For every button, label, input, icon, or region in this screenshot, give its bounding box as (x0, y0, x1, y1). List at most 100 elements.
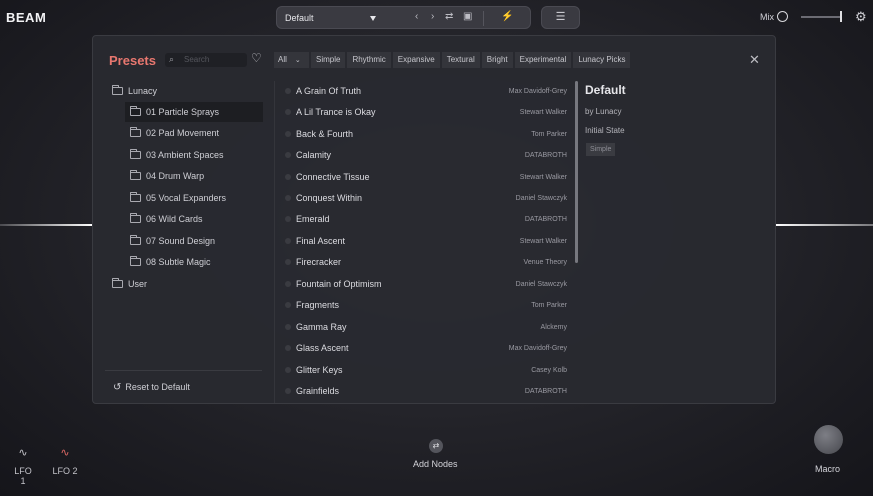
preset-name: Calamity (296, 150, 332, 160)
current-preset-name[interactable]: Default (285, 13, 314, 23)
preset-author: Daniel Stawczyk (515, 195, 567, 202)
folder-icon (130, 256, 141, 266)
preset-name: Firecracker (296, 257, 342, 267)
preset-list-scrollbar[interactable] (575, 81, 578, 263)
preset-dot (285, 324, 291, 330)
save-icon[interactable]: ▣ (463, 11, 472, 22)
preset-row[interactable]: Glitter Keys Casey Kolb (281, 360, 570, 381)
preset-row[interactable]: Fragments Tom Parker (281, 295, 570, 316)
app-logo: BEAM (6, 10, 47, 25)
preset-row[interactable]: A Lil Trance is Okay Stewart Walker (281, 102, 570, 123)
chevron-right-icon[interactable]: › (431, 11, 434, 22)
tag-expansive[interactable]: Expansive (392, 52, 440, 68)
preset-author: Casey Kolb (531, 367, 567, 374)
preset-dot (285, 131, 291, 137)
reset-to-default-button[interactable]: ↺ Reset to Default (113, 382, 190, 393)
tag-bright[interactable]: Bright (481, 52, 513, 68)
preset-row[interactable]: Fountain of Optimism Daniel Stawczyk (281, 274, 570, 295)
tag-simple[interactable]: Simple (311, 52, 346, 68)
tag-textural[interactable]: Textural (441, 52, 480, 68)
search-placeholder: Search (184, 55, 210, 64)
sliders-icon[interactable]: ☰ (541, 6, 580, 29)
preset-dot (285, 367, 291, 373)
search-input[interactable]: ⌕ Search (165, 53, 247, 67)
preset-row[interactable]: Firecracker Venue Theory (281, 252, 570, 273)
preset-name: Conquest Within (296, 193, 363, 203)
folder-icon (130, 127, 141, 137)
folder-label: 06 Wild Cards (146, 214, 203, 224)
preset-row[interactable]: Gamma Ray Alckemy (281, 317, 570, 338)
preset-selector[interactable]: Default ‹ › ⇄ ▣ ⚡ (276, 6, 531, 29)
tag-lunacy-picks[interactable]: Lunacy Picks (573, 52, 631, 68)
folder-04-drum-warp[interactable]: 04 Drum Warp (130, 166, 263, 186)
folder-08-subtle-magic[interactable]: 08 Subtle Magic (130, 252, 263, 272)
preset-row[interactable]: A Grain Of Truth Max Davidoff-Grey (281, 81, 570, 102)
add-nodes-label[interactable]: Add Nodes (413, 459, 458, 469)
lfo1-button[interactable]: ∿ LFO 1 (11, 446, 35, 486)
folder-05-vocal-expanders[interactable]: 05 Vocal Expanders (130, 188, 263, 208)
folder-lunacy[interactable]: Lunacy (112, 81, 262, 101)
preset-dot (285, 88, 291, 94)
preset-name: Gamma Ray (296, 322, 347, 332)
mix-knob[interactable] (777, 11, 788, 22)
macro-knob[interactable] (814, 425, 843, 454)
folder-label: 02 Pad Movement (146, 128, 220, 138)
folder-tree: Lunacy 01 Particle Sprays 02 Pad Movemen… (93, 81, 274, 403)
preset-row[interactable]: Final Ascent Stewart Walker (281, 231, 570, 252)
lfo2-button[interactable]: ∿ LFO 2 (52, 446, 78, 476)
beam-visual-left (0, 224, 92, 226)
close-icon[interactable]: ✕ (749, 52, 760, 68)
mix-slider[interactable] (801, 16, 841, 18)
preset-row[interactable]: Glass Ascent Max Davidoff-Grey (281, 338, 570, 359)
chevron-left-icon[interactable]: ‹ (415, 11, 418, 22)
divider (483, 11, 484, 26)
preset-author: Venue Theory (523, 259, 567, 266)
tag-all-dropdown[interactable]: All ⌄ (274, 52, 309, 68)
preset-dot (285, 345, 291, 351)
folder-label: Lunacy (128, 86, 158, 96)
preset-author: DATABROTH (524, 216, 567, 223)
tag-experimental[interactable]: Experimental (514, 52, 572, 68)
preset-name: Back & Fourth (296, 129, 354, 139)
preset-author: Max Davidoff-Grey (508, 88, 567, 95)
tag-rhythmic[interactable]: Rhythmic (347, 52, 391, 68)
preset-row[interactable]: Emerald DATABROTH (281, 209, 570, 230)
preset-author: Tom Parker (531, 302, 567, 309)
tag-filter-bar: All ⌄ Simple Rhythmic Expansive Textural … (274, 52, 631, 68)
preset-dot (285, 195, 291, 201)
lfo2-label: LFO 2 (52, 466, 78, 476)
preset-row[interactable]: Conquest Within Daniel Stawczyk (281, 188, 570, 209)
preset-author: Alckemy (540, 324, 567, 331)
preset-author: Daniel Stawczyk (515, 281, 567, 288)
magic-wand-icon[interactable]: ⚡ (501, 11, 513, 22)
folder-01-particle-sprays[interactable]: 01 Particle Sprays (125, 102, 263, 122)
preset-name: A Grain Of Truth (296, 86, 362, 96)
preset-row[interactable]: Connective Tissue Stewart Walker (281, 167, 570, 188)
folder-icon (130, 106, 141, 116)
preset-author: Stewart Walker (519, 238, 567, 245)
reset-label: Reset to Default (125, 382, 190, 392)
gear-icon[interactable]: ⚙ (855, 9, 867, 25)
folder-02-pad-movement[interactable]: 02 Pad Movement (130, 123, 263, 143)
preset-author: DATABROTH (524, 152, 567, 159)
preset-row[interactable]: Grainfields DATABROTH (281, 381, 570, 402)
folder-06-wild-cards[interactable]: 06 Wild Cards (130, 209, 263, 229)
folder-icon (130, 192, 141, 202)
preset-dot (285, 259, 291, 265)
folder-user[interactable]: User (112, 274, 262, 294)
preset-row[interactable]: Calamity DATABROTH (281, 145, 570, 166)
folder-03-ambient-spaces[interactable]: 03 Ambient Spaces (130, 145, 263, 165)
preset-row[interactable]: Back & Fourth Tom Parker (281, 124, 570, 145)
preset-list: A Grain Of Truth Max Davidoff-Grey A Lil … (281, 81, 574, 403)
mix-slider-thumb[interactable] (840, 11, 842, 22)
folder-label: User (128, 279, 148, 289)
shuffle-icon[interactable]: ⇄ (445, 11, 453, 22)
preset-name: Connective Tissue (296, 172, 370, 182)
folder-07-sound-design[interactable]: 07 Sound Design (130, 231, 263, 251)
preset-dot (285, 302, 291, 308)
favorites-heart-icon[interactable]: ♡ (251, 51, 262, 65)
top-bar: BEAM Default ‹ › ⇄ ▣ ⚡ ☰ Mix ⚙ (0, 0, 873, 34)
sine-wave-icon: ∿ (60, 447, 70, 459)
folder-icon (112, 85, 123, 95)
add-nodes-icon[interactable]: ⇄ (429, 439, 443, 453)
